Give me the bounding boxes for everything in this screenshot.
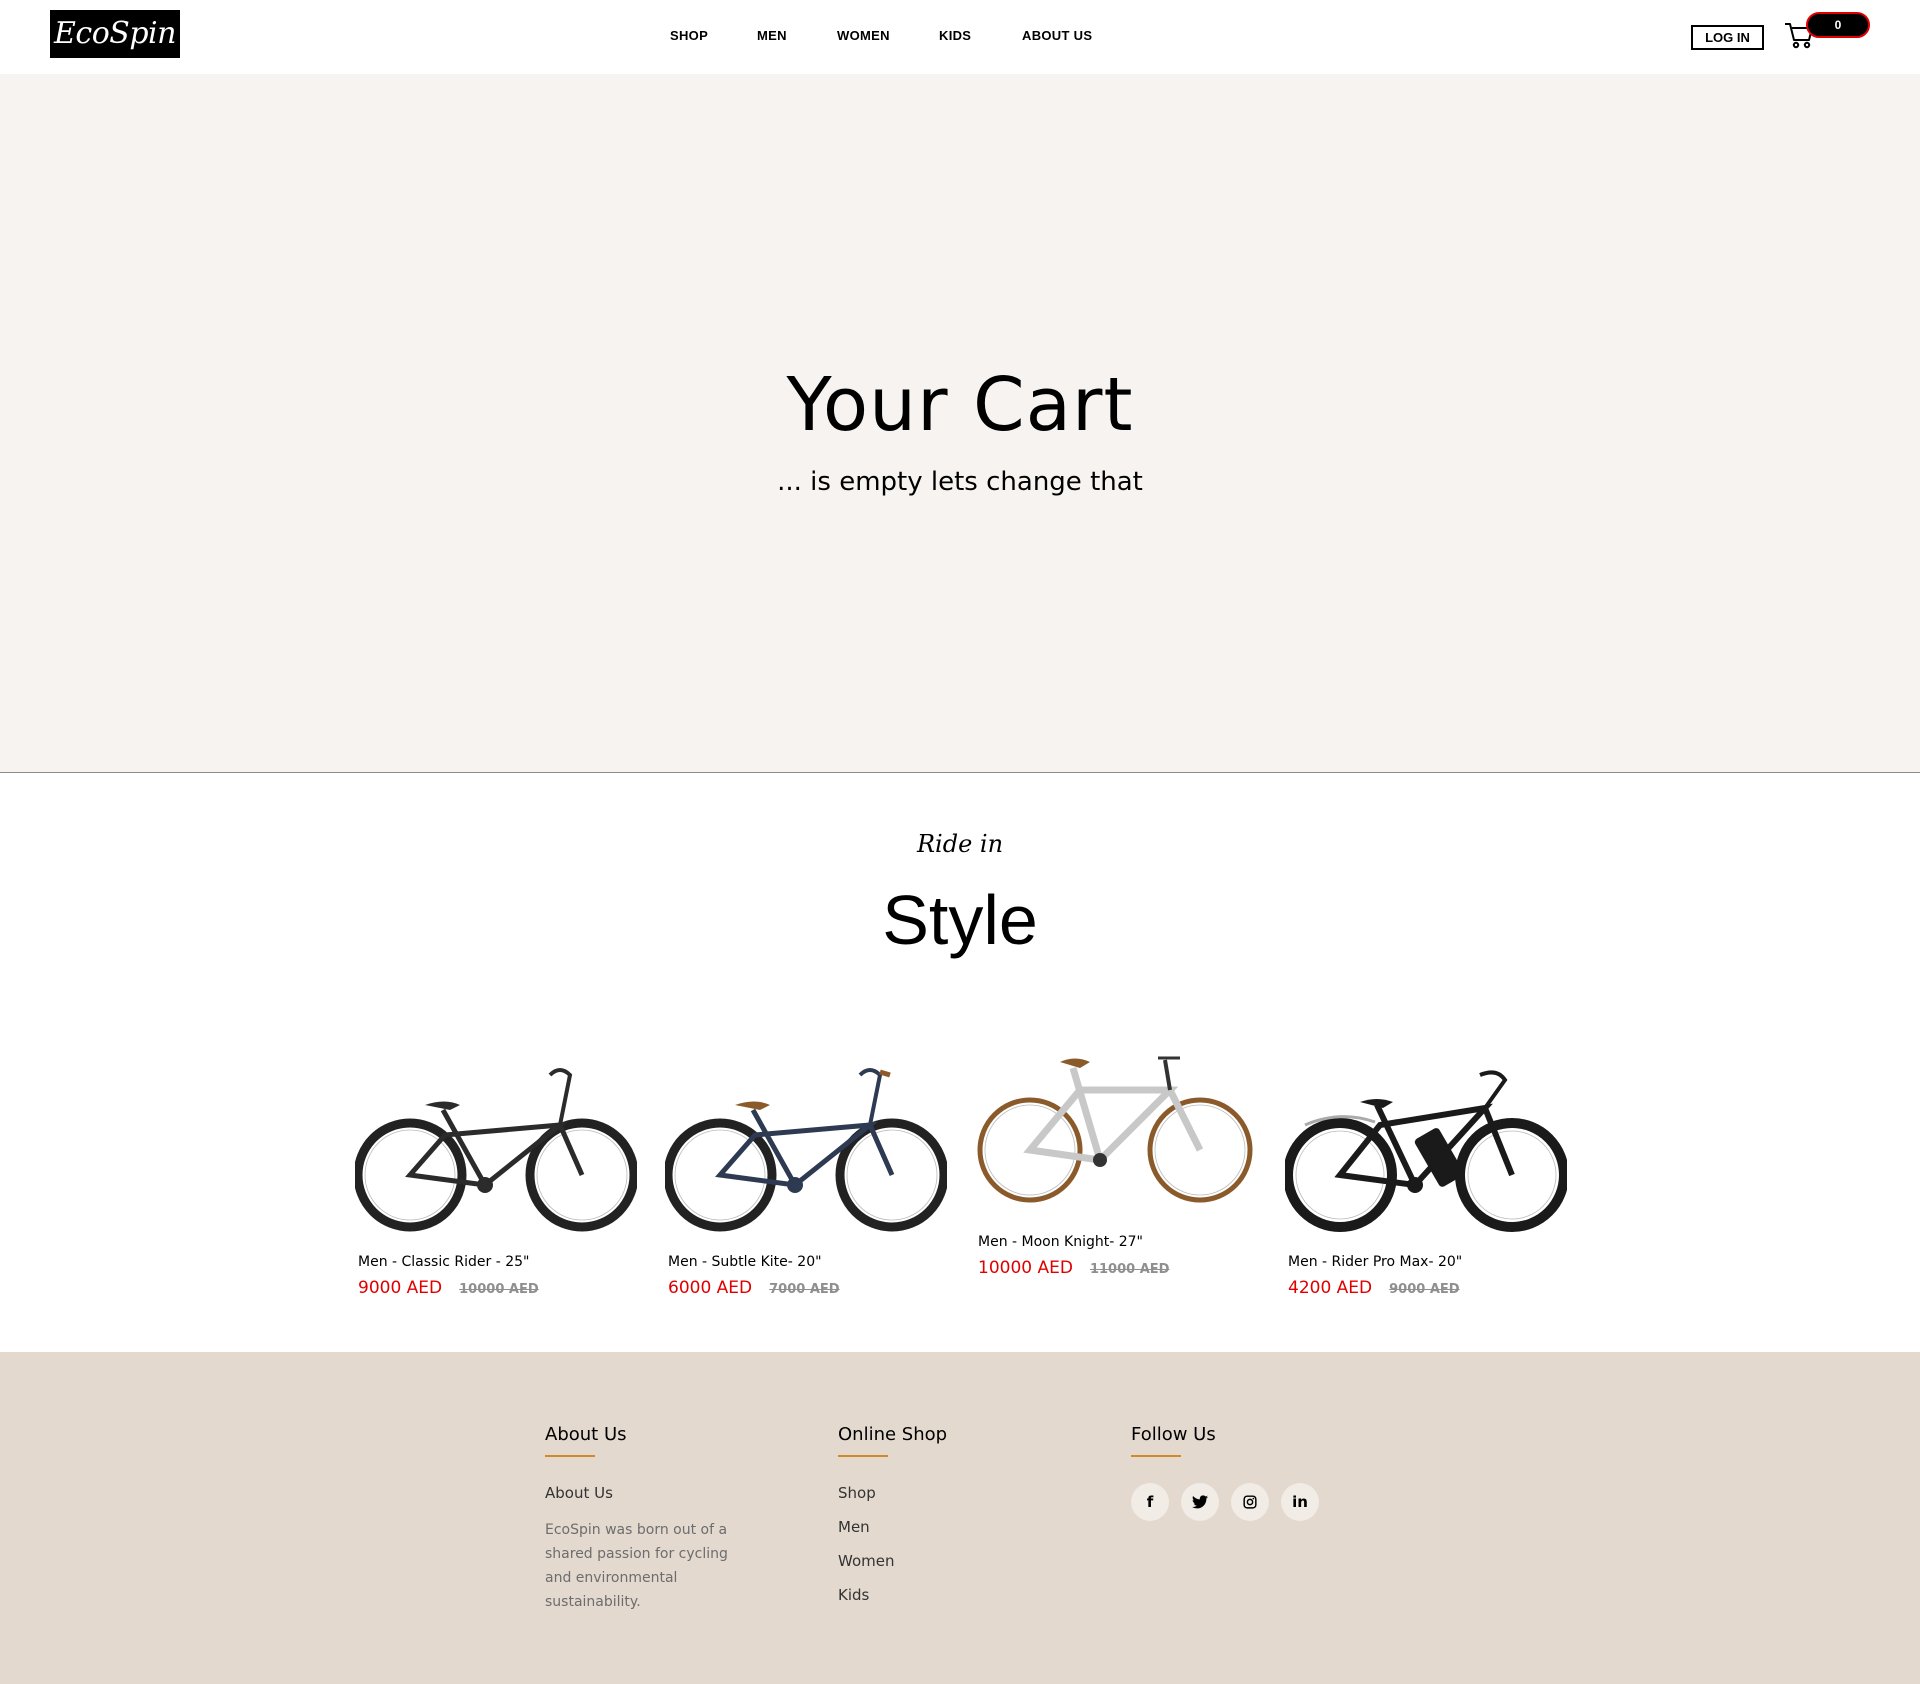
main-nav: SHOP MEN WOMEN KIDS ABOUT US <box>0 28 1920 48</box>
nav-shop[interactable]: SHOP <box>670 28 708 43</box>
linkedin-icon[interactable]: in <box>1281 1483 1319 1521</box>
product-image <box>665 1068 947 1232</box>
product-old-price: 7000 AED <box>769 1282 840 1297</box>
footer-about-description: EcoSpin was born out of a shared passion… <box>545 1522 728 1610</box>
footer-heading: Follow Us <box>1131 1424 1216 1445</box>
product-price: 9000 AED <box>358 1278 443 1298</box>
product-name: Men - Rider Pro Max- 20" <box>1288 1254 1463 1270</box>
nav-kids[interactable]: KIDS <box>939 28 971 43</box>
product-name: Men - Subtle Kite- 20" <box>668 1254 822 1270</box>
instagram-icon[interactable] <box>1231 1483 1269 1521</box>
footer-shop-column: Online Shop Shop Men Women Kids <box>838 1424 947 1620</box>
twitter-icon[interactable] <box>1181 1483 1219 1521</box>
footer-link-men[interactable]: Men <box>838 1518 947 1552</box>
footer-link-about-us[interactable]: About Us <box>545 1484 745 1518</box>
nav-about-us[interactable]: ABOUT US <box>1022 28 1092 43</box>
footer-link-kids[interactable]: Kids <box>838 1586 947 1620</box>
cart-count-badge[interactable]: 0 <box>1806 12 1870 38</box>
section-kicker: Ride in <box>916 830 1004 858</box>
product-old-price: 10000 AED <box>459 1282 539 1297</box>
footer-heading: Online Shop <box>838 1424 948 1445</box>
product-image <box>977 1056 1253 1203</box>
product-card[interactable]: Men - Subtle Kite- 20" 6000 AED 7000 AED <box>665 1060 955 1298</box>
footer-heading: About Us <box>545 1424 627 1445</box>
empty-cart-message: ... is empty lets change that <box>777 467 1143 497</box>
heading-underline <box>545 1455 595 1457</box>
heading-underline <box>1131 1455 1181 1457</box>
facebook-icon[interactable]: f <box>1131 1483 1169 1521</box>
nav-men[interactable]: MEN <box>757 28 787 43</box>
site-header: EcoSpin SHOP MEN WOMEN KIDS ABOUT US LOG… <box>0 0 1920 74</box>
page-title: Your Cart <box>786 362 1134 448</box>
footer-link-shop[interactable]: Shop <box>838 1484 947 1518</box>
product-price: 4200 AED <box>1288 1278 1373 1298</box>
product-card[interactable]: Men - Rider Pro Max- 20" 4200 AED 9000 AE… <box>1285 1060 1575 1298</box>
footer-link-women[interactable]: Women <box>838 1552 947 1586</box>
product-old-price: 11000 AED <box>1089 1262 1170 1277</box>
section-title: Style <box>882 881 1038 959</box>
product-card[interactable]: Men - Moon Knight- 27" 10000 AED 11000 AE… <box>975 1050 1265 1278</box>
product-name: Men - Moon Knight- 27" <box>978 1234 1143 1250</box>
product-image <box>1285 1070 1567 1232</box>
product-name: Men - Classic Rider - 25" <box>358 1254 530 1270</box>
footer-about-column: About Us About Us EcoSpin was born out o… <box>545 1424 745 1614</box>
product-card[interactable]: Men - Classic Rider - 25" 9000 AED 10000 … <box>355 1060 645 1298</box>
heading-underline <box>838 1455 888 1457</box>
product-old-price: 9000 AED <box>1389 1282 1460 1297</box>
login-button[interactable]: LOG IN <box>1691 25 1764 50</box>
nav-women[interactable]: WOMEN <box>837 28 890 43</box>
site-footer: About Us About Us EcoSpin was born out o… <box>0 1352 1920 1684</box>
footer-follow-column: Follow Us f in <box>1131 1424 1319 1521</box>
product-image <box>355 1068 637 1232</box>
product-price: 10000 AED <box>978 1258 1073 1278</box>
product-price: 6000 AED <box>668 1278 753 1298</box>
cart-hero: Your Cart ... is empty lets change that <box>0 74 1920 773</box>
